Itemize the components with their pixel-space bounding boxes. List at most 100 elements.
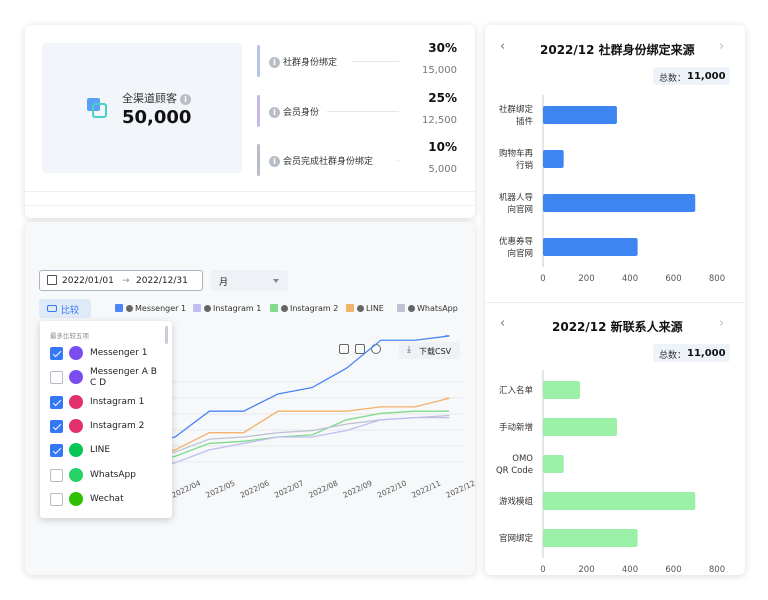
source-charts-card: ‹ 2022/12 社群身份绑定来源 › 总数： 11,000 社群绑定 插件购物… (485, 25, 745, 575)
dropdown-item[interactable]: LINE (50, 440, 165, 460)
total-badge: 总数： 11,000 (653, 67, 730, 85)
info-icon[interactable]: i (180, 93, 191, 105)
x-tick-label: 2022/10 (376, 478, 408, 499)
whatsapp-icon (69, 467, 83, 482)
bar (543, 194, 696, 212)
line-icon (69, 443, 83, 458)
y-tick-label: 优惠券导 (499, 236, 534, 247)
checkbox[interactable] (50, 347, 63, 360)
x-tick-label: 0 (540, 274, 545, 284)
dropdown-item[interactable]: WhatsApp (50, 465, 165, 485)
checkbox[interactable] (50, 468, 63, 482)
dropdown-item-label: Instagram 1 (90, 396, 145, 407)
bar (543, 150, 564, 168)
x-tick-label: 2022/06 (239, 478, 271, 499)
stat-bar (257, 144, 260, 176)
info-icon[interactable]: i (269, 107, 280, 118)
total-customers-box: 全渠道顾客 i 50,000 (42, 43, 242, 173)
stat-member-social-binding: i 会员完成社群身份绑定 10% 5,000 (257, 140, 457, 176)
stat-label: 会员身份 (283, 108, 320, 118)
messenger-icon (69, 346, 83, 360)
y-tick-label: 汇入名单 (499, 385, 534, 396)
checkbox[interactable] (50, 492, 63, 506)
dropdown-item[interactable]: Messenger A B C D (50, 367, 165, 388)
stat-count: 15,000 (422, 65, 457, 76)
x-tick-label: 2022/11 (410, 478, 442, 499)
checkbox[interactable] (50, 444, 63, 458)
checkbox[interactable] (50, 419, 63, 433)
dropdown-item-label: WhatsApp (90, 469, 136, 480)
dropdown-item-label: Messenger 1 (90, 348, 148, 358)
chevron-right-icon[interactable]: › (719, 39, 724, 54)
wechat-icon (69, 491, 83, 506)
bar (543, 529, 638, 547)
x-tick-label: 2022/08 (307, 478, 339, 499)
dropdown-item[interactable]: Instagram 2 (50, 416, 165, 436)
y-tick-label: 行销 (516, 160, 534, 171)
checkbox[interactable] (50, 395, 63, 409)
total-badge: 总数： 11,000 (653, 344, 730, 362)
x-tick-label: 600 (665, 274, 681, 284)
bar (543, 455, 564, 473)
x-tick-label: 600 (665, 565, 681, 575)
dropdown-item-label: Instagram 2 (90, 420, 145, 431)
stat-count: 5,000 (428, 164, 457, 175)
dropdown-item-label: LINE (90, 445, 111, 456)
y-tick-label: 游戏模组 (499, 496, 534, 507)
x-tick-label: 400 (622, 565, 638, 575)
stat-percent: 30% (428, 41, 457, 55)
y-tick-label: QR Code (496, 466, 533, 476)
checkbox[interactable] (50, 371, 63, 385)
x-tick-label: 2022/09 (342, 478, 374, 499)
total-customers-label: 全渠道顾客 i (122, 90, 191, 106)
y-tick-label: OMO (512, 454, 533, 464)
bar (543, 418, 617, 436)
bar (543, 106, 617, 124)
y-tick-label: 社群绑定 (499, 104, 534, 115)
y-tick-label: 机器人导 (499, 192, 534, 203)
info-icon[interactable]: i (269, 156, 280, 167)
bar (543, 381, 580, 399)
y-tick-label: 插件 (516, 116, 534, 127)
stat-percent: 10% (428, 140, 457, 154)
chart-title-social-binding: 2022/12 社群身份绑定来源 (540, 43, 695, 57)
x-tick-label: 400 (622, 274, 638, 284)
stat-bar (257, 45, 260, 77)
x-tick-label: 2022/05 (204, 478, 236, 499)
chevron-left-icon[interactable]: ‹ (500, 39, 505, 54)
stat-count: 12,500 (422, 115, 457, 126)
info-icon[interactable]: i (269, 57, 280, 68)
social-binding-bar-chart: 社群绑定插件购物车再行销机器人导向官网优惠券导向官网0 200 400 600 800 (499, 95, 725, 284)
summary-card: 全渠道顾客 i 50,000 i 社群身份绑定 30% 15,000 i 会员身份 2… (25, 25, 475, 218)
y-tick-label: 购物车再 (499, 148, 534, 159)
compare-dropdown: 最多比较五项 Messenger 1 Messenger A B C D Insta… (40, 321, 172, 518)
instagram-icon (69, 394, 83, 409)
bar (543, 492, 696, 510)
stat-member: i 会员身份 25% 12,500 (257, 91, 457, 127)
bar (543, 238, 638, 256)
x-tick-label: 200 (578, 274, 594, 284)
chevron-left-icon[interactable]: ‹ (500, 316, 505, 331)
x-tick-label: 2022/04 (170, 478, 202, 499)
y-tick-label: 向官网 (507, 204, 533, 215)
dropdown-hint: 最多比较五项 (50, 332, 89, 340)
chevron-right-icon[interactable]: › (719, 316, 724, 331)
dropdown-scrollbar[interactable] (165, 326, 168, 344)
messenger-icon (69, 370, 83, 385)
series-line (134, 410, 450, 465)
dropdown-item[interactable]: Wechat (50, 489, 165, 509)
series-line (134, 416, 450, 472)
x-tick-label: 800 (709, 274, 725, 284)
stat-label: 社群身份绑定 (283, 58, 338, 68)
x-tick-label: 0 (540, 565, 545, 575)
total-customers-value: 50,000 (122, 107, 192, 128)
x-tick-label: 800 (709, 565, 725, 575)
new-contacts-bar-chart: 汇入名单手动新增 OMO QR Code 游戏模组官网绑定 0 200 400 600 800 (496, 370, 725, 575)
instagram-icon (69, 418, 83, 433)
y-tick-label: 手动新增 (499, 422, 533, 433)
x-tick-label: 2022/07 (273, 478, 305, 499)
dropdown-item[interactable]: Instagram 1 (50, 392, 165, 412)
x-tick-label: 200 (578, 565, 594, 575)
layers-icon (87, 98, 107, 118)
dropdown-item[interactable]: Messenger 1 (50, 343, 165, 363)
